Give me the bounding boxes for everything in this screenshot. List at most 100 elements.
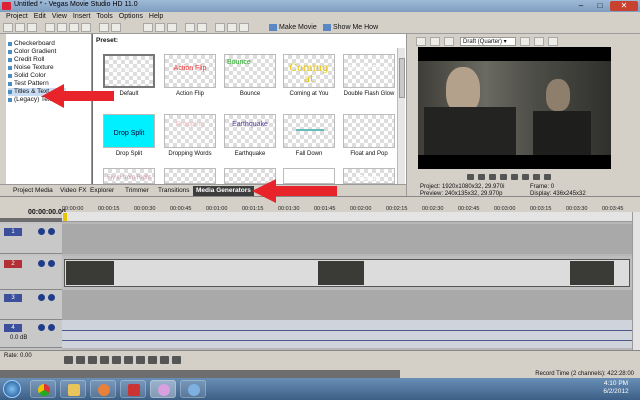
taskbar-media-player[interactable] bbox=[90, 380, 116, 398]
track-header-2[interactable]: 2 bbox=[0, 256, 62, 290]
preview-quality-dropdown[interactable]: Draft (Quarter) ▾ bbox=[460, 37, 516, 46]
new-icon[interactable] bbox=[3, 23, 13, 32]
track-header-3[interactable]: 3 bbox=[0, 290, 62, 320]
copy-snapshot-icon[interactable] bbox=[534, 37, 544, 46]
system-clock[interactable]: 4:10 PM 6/2/2012 bbox=[596, 380, 636, 396]
redo-icon[interactable] bbox=[111, 23, 121, 32]
menu-edit[interactable]: Edit bbox=[31, 12, 49, 21]
generator-item[interactable]: Noise Texture bbox=[8, 64, 54, 72]
generator-item[interactable]: Solid Color bbox=[8, 72, 46, 80]
preset-thumb-default[interactable]: Sample Text bbox=[103, 54, 155, 88]
overlays-icon[interactable] bbox=[520, 37, 530, 46]
go-to-end-icon[interactable] bbox=[148, 356, 157, 364]
preset-thumb-double-flash-glow[interactable]: Double Flash bbox=[343, 54, 395, 88]
track-header-1[interactable]: 1 bbox=[0, 224, 62, 254]
stop-icon[interactable] bbox=[511, 174, 518, 180]
menu-project[interactable]: Project bbox=[3, 12, 31, 21]
menu-insert[interactable]: Insert bbox=[70, 12, 94, 21]
tab-trimmer[interactable]: Trimmer bbox=[122, 186, 152, 196]
pause-icon[interactable] bbox=[500, 174, 507, 180]
preset-thumb-bounce[interactable]: Bounce bbox=[224, 54, 276, 88]
envelope-tool-icon[interactable] bbox=[155, 23, 165, 32]
mute-icon[interactable] bbox=[38, 294, 45, 301]
taskbar-vegas-active[interactable] bbox=[150, 380, 176, 398]
selection-tool-icon[interactable] bbox=[167, 23, 177, 32]
mute-icon[interactable] bbox=[38, 260, 45, 267]
solo-icon[interactable] bbox=[48, 294, 55, 301]
cut-icon[interactable] bbox=[45, 23, 55, 32]
prev-frame-icon[interactable] bbox=[160, 356, 169, 364]
preset-thumb-fly-in[interactable]: Fly in from Right bbox=[103, 168, 155, 184]
next-frame-icon[interactable] bbox=[533, 174, 540, 180]
track-lane-3[interactable] bbox=[62, 290, 632, 320]
solo-icon[interactable] bbox=[48, 228, 55, 235]
tab-video-fx[interactable]: Video FX bbox=[57, 186, 90, 196]
menu-view[interactable]: View bbox=[49, 12, 70, 21]
preset-thumb-action-flip[interactable]: Action Flip bbox=[164, 54, 216, 88]
lock-icon[interactable] bbox=[215, 23, 225, 32]
start-button[interactable] bbox=[3, 380, 21, 398]
copy-icon[interactable] bbox=[57, 23, 67, 32]
external-monitor-icon[interactable] bbox=[430, 37, 440, 46]
tab-media-generators[interactable]: Media Generators bbox=[193, 186, 254, 196]
mute-icon[interactable] bbox=[38, 228, 45, 235]
preset-thumb-dropping-words[interactable]: Dropping bbox=[164, 114, 216, 148]
menu-options[interactable]: Options bbox=[116, 12, 146, 21]
loop-icon[interactable] bbox=[467, 174, 474, 180]
taskbar-vegas[interactable] bbox=[120, 380, 146, 398]
taskbar-chrome[interactable] bbox=[30, 380, 56, 398]
close-button[interactable]: ✕ bbox=[610, 1, 638, 11]
preset-thumb[interactable] bbox=[283, 168, 335, 184]
normal-edit-tool-icon[interactable] bbox=[143, 23, 153, 32]
open-icon[interactable] bbox=[15, 23, 25, 32]
preview-settings-icon[interactable] bbox=[416, 37, 426, 46]
snap-icon[interactable] bbox=[185, 23, 195, 32]
auto-ripple-icon[interactable] bbox=[197, 23, 207, 32]
play-from-start-icon[interactable] bbox=[88, 356, 97, 364]
audio-lane-4[interactable] bbox=[62, 320, 632, 348]
generator-item[interactable]: Credit Roll bbox=[8, 56, 44, 64]
tab-explorer[interactable]: Explorer bbox=[87, 186, 117, 196]
end-icon[interactable] bbox=[544, 174, 551, 180]
track-lane-2[interactable] bbox=[62, 256, 632, 290]
generator-item[interactable]: Color Gradient bbox=[8, 48, 56, 56]
crop-icon[interactable] bbox=[239, 23, 249, 32]
video-event[interactable] bbox=[64, 259, 630, 287]
save-icon[interactable] bbox=[27, 23, 37, 32]
next-frame-icon[interactable] bbox=[172, 356, 181, 364]
track-lane-1[interactable] bbox=[62, 224, 632, 254]
undo-icon[interactable] bbox=[99, 23, 109, 32]
loop-playback-icon[interactable] bbox=[76, 356, 85, 364]
tab-project-media[interactable]: Project Media bbox=[10, 186, 56, 196]
record-icon[interactable] bbox=[64, 356, 73, 364]
paste-icon[interactable] bbox=[69, 23, 79, 32]
pause-icon[interactable] bbox=[112, 356, 121, 364]
preset-scrollbar-thumb[interactable] bbox=[399, 58, 405, 98]
delete-icon[interactable] bbox=[81, 23, 91, 32]
solo-icon[interactable] bbox=[48, 324, 55, 331]
maximize-button[interactable]: □ bbox=[591, 1, 609, 11]
timeline-tracks[interactable] bbox=[62, 222, 632, 350]
menu-help[interactable]: Help bbox=[146, 12, 166, 21]
preset-scrollbar[interactable] bbox=[397, 48, 405, 184]
minimize-button[interactable]: – bbox=[572, 1, 590, 11]
make-movie-button[interactable]: Make Movie bbox=[268, 23, 319, 32]
go-to-start-icon[interactable] bbox=[136, 356, 145, 364]
media-fx-icon[interactable] bbox=[227, 23, 237, 32]
preset-thumb-fall-down[interactable] bbox=[283, 114, 335, 148]
mute-icon[interactable] bbox=[38, 324, 45, 331]
stop-icon[interactable] bbox=[124, 356, 133, 364]
preset-thumb[interactable] bbox=[164, 168, 216, 184]
show-me-how-button[interactable]: Show Me How bbox=[322, 23, 380, 32]
time-ruler[interactable]: 00:00:00 00:00:15 00:00:30 00:00:45 00:0… bbox=[62, 206, 632, 222]
taskbar-explorer[interactable] bbox=[60, 380, 86, 398]
tab-transitions[interactable]: Transitions bbox=[155, 186, 193, 196]
cursor-marker[interactable] bbox=[63, 213, 67, 221]
preset-thumb-coming-at-you[interactable]: Coming at bbox=[283, 54, 335, 88]
play-from-start-icon[interactable] bbox=[478, 174, 485, 180]
save-snapshot-icon[interactable] bbox=[548, 37, 558, 46]
solo-icon[interactable] bbox=[48, 260, 55, 267]
play-icon[interactable] bbox=[489, 174, 496, 180]
preset-thumb-earthquake[interactable]: Earthquake bbox=[224, 114, 276, 148]
play-icon[interactable] bbox=[100, 356, 109, 364]
